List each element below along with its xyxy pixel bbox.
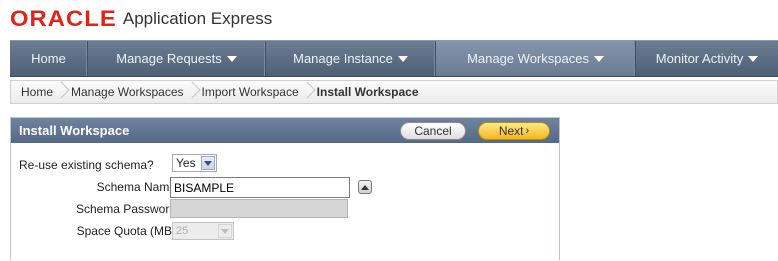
- reuse-schema-select[interactable]: Yes: [172, 154, 217, 172]
- chevron-right-icon: ›: [525, 125, 530, 137]
- schema-name-input[interactable]: [170, 177, 350, 198]
- region-header: Install Workspace Cancel Next ›: [11, 118, 559, 143]
- breadcrumb-import-workspace[interactable]: Import Workspace: [202, 85, 299, 99]
- chevron-down-icon: [226, 55, 237, 62]
- breadcrumb-install-workspace: Install Workspace: [316, 85, 419, 99]
- schema-name-label: Schema Name: [96, 180, 176, 194]
- schema-password-label: Schema Password: [75, 202, 176, 216]
- logo-brand: ORACLE: [10, 6, 117, 31]
- space-quota-label: Space Quota (MB): [76, 224, 176, 238]
- reuse-schema-value: Yes: [176, 156, 196, 170]
- nav-tab-home[interactable]: Home: [10, 41, 88, 76]
- nav-tab-label: Manage Instance: [293, 51, 393, 66]
- chevron-down-icon: [218, 224, 232, 238]
- logo-product-name: Application Express: [122, 9, 273, 28]
- chevron-down-icon: [748, 55, 759, 62]
- next-button[interactable]: Next ›: [478, 122, 550, 140]
- breadcrumb-home[interactable]: Home: [21, 85, 53, 99]
- space-quota-select: 25: [172, 222, 234, 240]
- breadcrumb-separator-icon: [188, 81, 198, 103]
- nav-tab-manage-workspaces[interactable]: Manage Workspaces: [436, 41, 636, 76]
- oracle-logo: ORACLE Application Express: [10, 6, 273, 31]
- main-nav-bar: Home Manage Requests Manage Instance Man…: [10, 40, 778, 77]
- nav-tab-label: Manage Requests: [116, 51, 222, 66]
- install-workspace-region: Install Workspace Cancel Next › Re-use e…: [10, 117, 560, 260]
- nav-tab-manage-requests[interactable]: Manage Requests: [88, 41, 266, 76]
- reuse-schema-label: Re-use existing schema?: [19, 158, 154, 172]
- nav-tab-label: Home: [31, 51, 66, 66]
- next-button-label: Next: [498, 124, 524, 138]
- breadcrumb-separator-icon: [57, 81, 67, 103]
- chevron-up-icon: [361, 184, 369, 190]
- nav-tab-manage-instance[interactable]: Manage Instance: [266, 41, 436, 76]
- chevron-down-icon[interactable]: [201, 156, 215, 170]
- nav-tab-label: Manage Workspaces: [467, 51, 589, 66]
- schema-lov-button[interactable]: [358, 180, 372, 194]
- breadcrumb: Home Manage Workspaces Import Workspace …: [10, 80, 778, 104]
- nav-tab-label: Monitor Activity: [655, 51, 744, 66]
- region-body: Re-use existing schema? Yes Schema Name …: [11, 143, 559, 261]
- nav-tab-monitor-activity[interactable]: Monitor Activity: [636, 41, 778, 76]
- cancel-button[interactable]: Cancel: [400, 122, 466, 140]
- chevron-down-icon: [593, 55, 604, 62]
- breadcrumb-manage-workspaces[interactable]: Manage Workspaces: [71, 85, 184, 99]
- schema-password-input: [170, 199, 348, 218]
- space-quota-value: 25: [176, 225, 189, 237]
- chevron-down-icon: [397, 55, 408, 62]
- region-title: Install Workspace: [19, 123, 130, 138]
- cancel-button-label: Cancel: [414, 124, 452, 138]
- breadcrumb-separator-icon: [303, 81, 313, 103]
